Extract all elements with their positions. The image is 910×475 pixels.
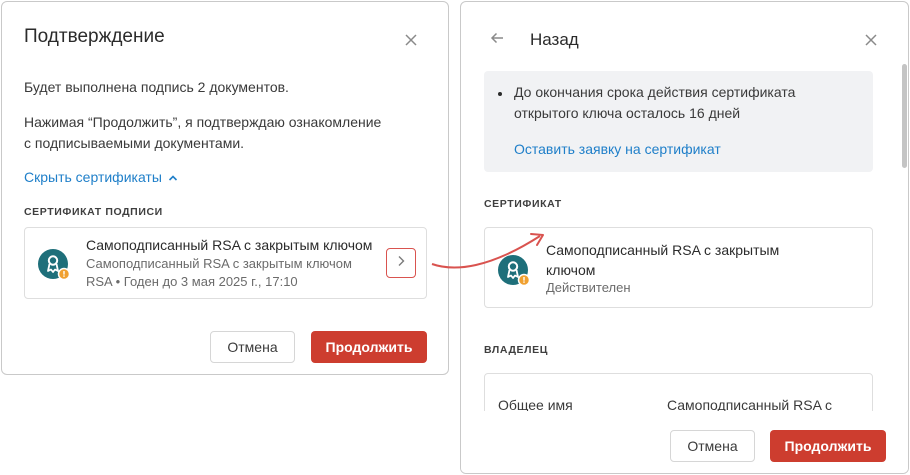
- certificate-section-label: СЕРТИФИКАТ: [484, 198, 562, 210]
- consent-text-line2: с подписываемыми документами.: [24, 135, 245, 151]
- certificate-icon: [497, 254, 531, 287]
- dialog-title: Подтверждение: [24, 26, 165, 47]
- certificate-card: Самоподписанный RSA с закрытым ключом Де…: [484, 227, 873, 308]
- owner-section-label: ВЛАДЕЛЕЦ: [484, 344, 548, 356]
- arrow-left-icon[interactable]: [489, 30, 507, 48]
- certificate-details-button[interactable]: [386, 248, 416, 278]
- certificate-title-line1: Самоподписанный RSA с закрытым: [546, 242, 780, 258]
- back-label[interactable]: Назад: [530, 30, 579, 50]
- hide-certificates-link[interactable]: Скрыть сертификаты: [24, 169, 178, 185]
- certificate-title: Самоподписанный RSA с закрытым ключом: [86, 237, 373, 253]
- signature-certificate-section-label: СЕРТИФИКАТ ПОДПИСИ: [24, 206, 163, 218]
- continue-button[interactable]: Продолжить: [311, 331, 427, 363]
- continue-button[interactable]: Продолжить: [770, 430, 886, 462]
- certificate-subtitle-line2: RSA • Годен до 3 мая 2025 г., 17:10: [86, 274, 298, 289]
- expiry-notice-line2: открытого ключа осталось 16 дней: [514, 105, 741, 121]
- certificate-icon: [37, 248, 71, 281]
- expiry-notice: До окончания срока действия сертификата …: [484, 71, 873, 172]
- chevron-right-icon: [396, 254, 406, 272]
- intro-text: Будет выполнена подпись 2 документов.: [24, 79, 289, 95]
- cancel-button[interactable]: Отмена: [670, 430, 755, 462]
- chevron-up-icon: [168, 169, 178, 185]
- consent-text-line1: Нажимая “Продолжить”, я подтверждаю озна…: [24, 114, 382, 130]
- certificate-details-dialog: Назад До окончания срока действия сертиф…: [460, 1, 909, 474]
- cancel-button[interactable]: Отмена: [210, 331, 295, 363]
- certificate-card[interactable]: Самоподписанный RSA с закрытым ключом Са…: [24, 227, 427, 299]
- confirmation-dialog: Подтверждение Будет выполнена подпись 2 …: [1, 1, 449, 375]
- hide-certificates-label: Скрыть сертификаты: [24, 169, 162, 185]
- expiry-notice-line1: До окончания срока действия сертификата: [514, 84, 796, 100]
- scrollbar[interactable]: [902, 64, 907, 168]
- certificate-status: Действителен: [546, 280, 631, 295]
- request-certificate-link[interactable]: Оставить заявку на сертификат: [514, 141, 721, 157]
- close-icon[interactable]: [863, 32, 881, 50]
- certificate-subtitle-line1: Самоподписанный RSA с закрытым ключом: [86, 256, 352, 271]
- close-icon[interactable]: [403, 32, 421, 50]
- bullet: [498, 92, 502, 96]
- certificate-title-line2: ключом: [546, 262, 596, 278]
